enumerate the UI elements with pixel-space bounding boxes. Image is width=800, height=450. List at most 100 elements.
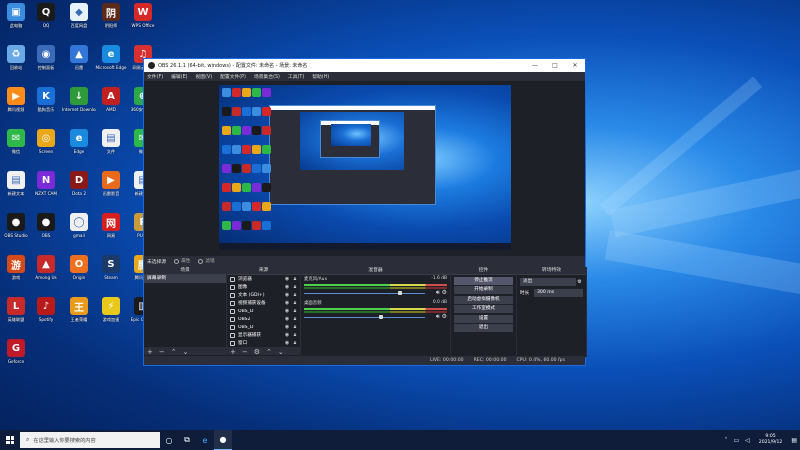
desktop-icon[interactable]: ◯ gmail (63, 213, 95, 238)
duration-input[interactable]: 300 ms (534, 288, 583, 297)
source-item[interactable]: 窗口 ◉ 🔒︎ (227, 339, 300, 347)
taskbar-search[interactable]: ⌕ 在这里输入你要搜索的内容 (20, 432, 160, 448)
speaker-icon[interactable]: 🔊︎ ⚙ (436, 289, 447, 297)
desktop-icon[interactable]: e Microsoft Edge (95, 45, 127, 70)
desktop-icon[interactable]: ● OBS (30, 213, 62, 238)
menu-tools[interactable]: 工具(T) (288, 73, 304, 80)
edge-taskbar-icon[interactable]: e (196, 430, 214, 450)
notification-icon[interactable]: ▤ (791, 437, 797, 444)
desktop-icon[interactable]: ◎ Screen (30, 129, 62, 154)
source-item[interactable]: 显示器捕获 ◉ 🔒︎ (227, 331, 300, 339)
source-item[interactable]: 图像 ◉ 🔒︎ (227, 283, 300, 291)
start-recording-button[interactable]: 开始录制 (454, 286, 513, 294)
maximize-icon[interactable]: □ (545, 62, 565, 69)
filters-button[interactable]: 滤镜 (198, 258, 215, 264)
menu-help[interactable]: 帮助(H) (312, 73, 329, 80)
source-item[interactable]: OBS2 ◉ 🔒︎ (227, 315, 300, 323)
eye-icon[interactable]: ◉ (284, 292, 290, 298)
desktop-icon[interactable]: N NZXT CAM (30, 171, 62, 196)
desktop-icon[interactable]: L 英雄联盟 (0, 297, 32, 322)
desktop-icon[interactable]: W WPS Office (127, 3, 159, 28)
eye-icon[interactable]: ◉ (284, 300, 290, 306)
desktop-icon[interactable]: ▶ 迅雷影音 (95, 171, 127, 196)
chevron-up-icon[interactable]: ˄ (724, 437, 727, 444)
transition-select[interactable]: 淡出 (520, 277, 576, 286)
desktop-icon[interactable]: ✉微信 (0, 129, 32, 154)
speaker-icon[interactable]: 🔊︎ ⚙ (436, 313, 447, 321)
desktop-icon[interactable]: ♪ Spotify (30, 297, 62, 322)
source-item[interactable]: OBS_D ◉ 🔒︎ (227, 307, 300, 315)
properties-button[interactable]: 属性 (174, 258, 190, 264)
lock-icon[interactable]: 🔒︎ (292, 284, 298, 290)
exit-button[interactable]: 退出 (454, 324, 513, 332)
obs-taskbar-icon[interactable]: ● (214, 430, 232, 450)
desktop-icon[interactable]: 游游戏 (0, 255, 32, 280)
studio-mode-button[interactable]: 工作室模式 (454, 305, 513, 313)
desktop-icon[interactable]: S Steam (95, 255, 127, 280)
eye-icon[interactable]: ◉ (284, 284, 290, 290)
obs-window[interactable]: OBS 26.1.1 (64-bit, windows) - 配置文件: 未命名… (143, 58, 587, 366)
lock-icon[interactable]: 🔒︎ (292, 308, 298, 314)
menu-file[interactable]: 文件(F) (147, 73, 163, 80)
source-item[interactable]: 文本 (GDI+) ◉ 🔒︎ (227, 291, 300, 299)
task-view-icon[interactable]: ○ (160, 430, 178, 450)
menu-view[interactable]: 视图(V) (195, 73, 212, 80)
lock-icon[interactable]: 🔒︎ (292, 276, 298, 282)
obs-titlebar[interactable]: OBS 26.1.1 (64-bit, windows) - 配置文件: 未命名… (144, 59, 585, 72)
lock-icon[interactable]: 🔒︎ (292, 292, 298, 298)
desktop-icon[interactable]: K 酷狗音乐 (30, 87, 62, 112)
desktop-icon[interactable]: ▤ 文件 (95, 129, 127, 154)
desktop-icon[interactable]: D Dota 2 (63, 171, 95, 196)
desktop-icon[interactable]: 网网易 (95, 213, 127, 238)
desktop-icon[interactable]: Q QQ (30, 3, 62, 28)
lock-icon[interactable]: 🔒︎ (292, 324, 298, 330)
desktop-icon[interactable]: ▣ 此电脑 (0, 3, 32, 28)
volume-slider[interactable] (304, 315, 425, 319)
volume-icon[interactable]: ◁ (745, 437, 750, 444)
source-item[interactable]: OBS_D ◉ 🔒︎ (227, 323, 300, 331)
stop-streaming-button[interactable]: 停止推流 (454, 276, 513, 285)
source-item[interactable]: 视频捕获设备 ◉ 🔒︎ (227, 299, 300, 307)
network-icon[interactable]: ▭ (733, 437, 739, 444)
menu-edit[interactable]: 编辑(E) (171, 73, 187, 80)
eye-icon[interactable]: ◉ (284, 324, 290, 330)
settings-button[interactable]: 设置 (454, 314, 513, 323)
close-icon[interactable]: ✕ (565, 62, 585, 69)
gear-icon[interactable]: ⚙ (576, 279, 583, 285)
desktop-icon[interactable]: ◆ 百度网盘 (63, 3, 95, 28)
desktop-icon[interactable]: ● OBS Studio (0, 213, 32, 238)
scene-item[interactable]: 屏幕录制 (144, 275, 226, 283)
eye-icon[interactable]: ◉ (284, 308, 290, 314)
lock-icon[interactable]: 🔒︎ (292, 316, 298, 322)
clock[interactable]: 9:05 2021/9/12 (759, 434, 783, 446)
lock-icon[interactable]: 🔒︎ (292, 332, 298, 338)
desktop-icon[interactable]: ↓ Internet Download (62, 87, 96, 112)
eye-icon[interactable]: ◉ (284, 340, 290, 346)
desktop-icon[interactable]: ◉ 控制面板 (30, 45, 62, 70)
preview-canvas[interactable] (219, 85, 511, 250)
slider-knob[interactable] (379, 315, 384, 319)
eye-icon[interactable]: ◉ (284, 332, 290, 338)
task-view-icon[interactable]: ⧉ (178, 430, 196, 450)
menu-scene-collection[interactable]: 场景集合(S) (254, 73, 280, 80)
lock-icon[interactable]: 🔒︎ (292, 340, 298, 346)
minimize-icon[interactable]: — (525, 62, 545, 69)
desktop-icon[interactable]: O Origin (63, 255, 95, 280)
eye-icon[interactable]: ◉ (284, 316, 290, 322)
lock-icon[interactable]: 🔒︎ (292, 300, 298, 306)
desktop-icon[interactable]: 阴阴阳师 (95, 3, 127, 28)
start-virtual-camera-button[interactable]: 启动虚拟摄像机 (454, 295, 513, 304)
desktop-icon[interactable]: ♻ 回收站 (0, 45, 32, 70)
desktop-icon[interactable]: 王王者荣耀 (63, 297, 95, 322)
desktop-icon[interactable]: ▲ Among Us (30, 255, 62, 280)
start-button[interactable] (0, 430, 20, 450)
desktop-icon[interactable]: e Edge (63, 129, 95, 154)
desktop-icon[interactable]: ▶ 腾讯视频 (0, 87, 32, 112)
slider-knob[interactable] (398, 291, 403, 295)
menu-profile[interactable]: 配置文件(P) (220, 73, 246, 80)
desktop-icon[interactable]: A AMD (95, 87, 127, 112)
desktop-icon[interactable]: G Geforce (0, 339, 32, 364)
desktop-icon[interactable]: ▤新建文本 (0, 171, 32, 196)
source-item[interactable]: 浏览器 ◉ 🔒︎ (227, 275, 300, 283)
desktop-icon[interactable]: ▲ 迅雷 (63, 45, 95, 70)
